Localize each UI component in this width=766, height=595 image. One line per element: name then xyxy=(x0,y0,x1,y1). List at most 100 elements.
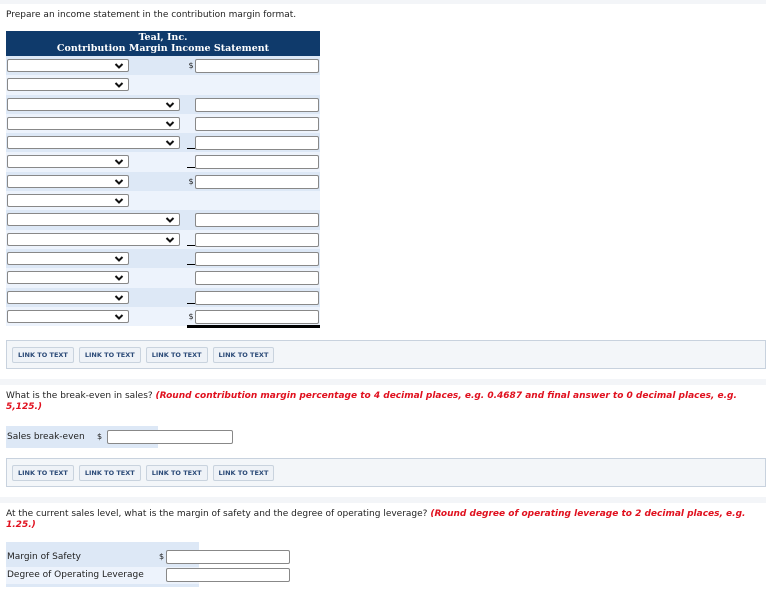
account-dropdown[interactable] xyxy=(7,213,180,227)
account-dropdown[interactable] xyxy=(7,78,129,92)
statement-row: $ xyxy=(6,306,320,328)
statement-row: $ xyxy=(6,56,320,76)
amount-input[interactable] xyxy=(195,251,319,266)
link-to-text-button[interactable]: LINK TO TEXT xyxy=(145,347,208,363)
row-cell xyxy=(132,287,194,307)
statement-row xyxy=(6,113,320,134)
chevron-down-icon xyxy=(165,138,175,148)
section-divider xyxy=(0,379,766,385)
account-dropdown[interactable] xyxy=(7,155,129,169)
account-dropdown[interactable] xyxy=(7,174,129,188)
account-dropdown[interactable] xyxy=(7,194,129,208)
chevron-down-icon xyxy=(165,215,175,225)
operating-leverage-input[interactable] xyxy=(166,568,290,582)
statement-row xyxy=(6,75,320,95)
margin-of-safety-label: Margin of Safety xyxy=(7,552,81,562)
sales-breakeven-label: Sales break-even xyxy=(7,432,85,442)
operating-leverage-row: Degree of Operating Leverage xyxy=(6,567,290,584)
company-name: Teal, Inc. xyxy=(138,32,188,43)
subtotal-underline xyxy=(187,136,195,150)
question-text: What is the break-even in sales? xyxy=(6,391,156,401)
dollar-sign: $ xyxy=(188,311,194,321)
link-to-text-button[interactable]: LINK TO TEXT xyxy=(12,347,74,363)
dollar-sign: $ xyxy=(188,61,194,70)
row-cell xyxy=(132,75,194,95)
account-dropdown[interactable] xyxy=(7,251,129,265)
link-to-text-button[interactable]: LINK TO TEXT xyxy=(212,465,275,481)
sales-breakeven-input[interactable] xyxy=(107,430,233,444)
amount-input[interactable] xyxy=(195,232,319,247)
link-to-text-button[interactable]: LINK TO TEXT xyxy=(12,465,74,481)
statement-row xyxy=(6,268,320,288)
link-to-text-button[interactable]: LINK TO TEXT xyxy=(78,347,141,363)
safety-panel: Margin of Safety $ Degree of Operating L… xyxy=(6,542,290,587)
dollar-sign: $ xyxy=(97,432,103,441)
subtotal-underline xyxy=(187,155,195,169)
chevron-down-icon xyxy=(165,235,175,245)
statement-row xyxy=(6,94,320,114)
margin-of-safety-row: Margin of Safety $ xyxy=(6,549,290,566)
amount-input[interactable] xyxy=(195,309,319,324)
statement-row: $ xyxy=(6,171,320,192)
chevron-down-icon xyxy=(114,196,124,206)
operating-leverage-label: Degree of Operating Leverage xyxy=(7,570,144,580)
account-dropdown[interactable] xyxy=(7,232,180,246)
account-dropdown[interactable] xyxy=(7,136,180,150)
amount-input[interactable] xyxy=(195,174,319,189)
statement-row xyxy=(6,210,320,230)
breakeven-question: What is the break-even in sales? (Round … xyxy=(6,391,751,413)
amount-input[interactable] xyxy=(195,213,319,228)
link-to-text-button[interactable]: LINK TO TEXT xyxy=(145,465,208,481)
amount-input[interactable] xyxy=(195,155,319,170)
row-cell xyxy=(132,306,194,327)
chevron-down-icon xyxy=(114,177,124,187)
row-cell xyxy=(132,152,194,172)
account-dropdown[interactable] xyxy=(7,290,129,304)
chevron-down-icon xyxy=(114,80,124,90)
link-toolbar-2: LINK TO TEXT LINK TO TEXT LINK TO TEXT LINK… xyxy=(6,458,766,487)
amount-input[interactable] xyxy=(195,116,319,131)
chevron-down-icon xyxy=(114,293,124,303)
account-dropdown[interactable] xyxy=(7,309,129,323)
chevron-down-icon xyxy=(165,119,175,129)
row-cell xyxy=(132,248,194,269)
row-cell xyxy=(132,191,194,211)
chevron-down-icon xyxy=(114,61,124,71)
chevron-down-icon xyxy=(114,312,124,322)
row-cell xyxy=(132,56,194,76)
chevron-down-icon xyxy=(114,254,124,264)
account-dropdown[interactable] xyxy=(7,97,180,111)
statement-row xyxy=(6,248,320,269)
statement-header: Teal, Inc. Contribution Margin Income St… xyxy=(6,31,320,56)
chevron-down-icon xyxy=(114,157,124,167)
section-divider xyxy=(0,497,766,503)
income-statement-table: Teal, Inc. Contribution Margin Income St… xyxy=(6,31,320,328)
dollar-sign: $ xyxy=(159,552,165,561)
margin-of-safety-input[interactable] xyxy=(166,550,290,564)
amount-input[interactable] xyxy=(195,97,319,112)
amount-input[interactable] xyxy=(195,271,319,286)
total-double-underline xyxy=(187,324,320,328)
amount-input[interactable] xyxy=(195,136,319,151)
link-to-text-button[interactable]: LINK TO TEXT xyxy=(212,347,275,363)
account-dropdown[interactable] xyxy=(7,116,180,130)
amount-input[interactable] xyxy=(195,290,319,305)
statement-row xyxy=(6,191,320,211)
row-cell xyxy=(132,171,194,192)
amount-input[interactable] xyxy=(195,59,319,73)
link-toolbar-1: LINK TO TEXT LINK TO TEXT LINK TO TEXT LINK… xyxy=(6,340,766,369)
top-bar xyxy=(0,0,766,4)
subtotal-underline xyxy=(187,291,195,304)
chevron-down-icon xyxy=(165,100,175,110)
statement-row xyxy=(6,152,320,172)
dollar-sign: $ xyxy=(188,176,194,186)
subtotal-underline xyxy=(187,233,195,246)
subtotal-underline xyxy=(187,252,195,265)
account-dropdown[interactable] xyxy=(7,271,129,285)
statement-title: Contribution Margin Income Statement xyxy=(56,43,270,54)
link-to-text-button[interactable]: LINK TO TEXT xyxy=(78,465,141,481)
safety-question: At the current sales level, what is the … xyxy=(6,509,751,531)
account-dropdown[interactable] xyxy=(7,59,129,72)
statement-row xyxy=(6,229,320,249)
statement-row xyxy=(6,133,320,153)
